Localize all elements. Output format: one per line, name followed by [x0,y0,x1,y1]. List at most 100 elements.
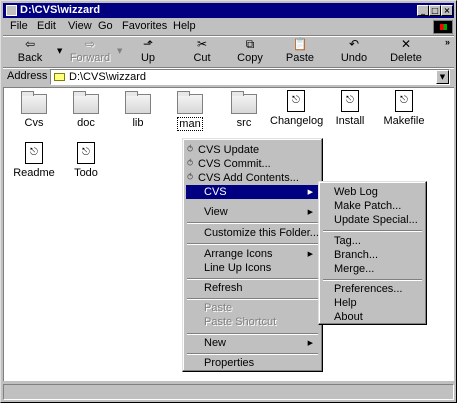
delete-button[interactable]: ✕ Delete [381,37,431,67]
folder-item[interactable]: Cvs [7,91,61,129]
cvs-icon: ⥀ [187,173,194,183]
submenu-arrow-icon: ▶ [307,188,313,196]
folder-item[interactable]: lib [111,91,165,129]
menu-edit[interactable]: Edit [37,20,56,32]
submenu-arrow-icon: ▶ [307,208,313,216]
menu-item-view[interactable]: View ▶ [186,205,319,219]
menu-item-make-patch[interactable]: Make Patch... [322,199,423,213]
undo-button[interactable]: ↶ Undo [329,37,379,67]
submenu-arrow-icon: ▶ [307,339,313,347]
document-icon: ⎋ [77,142,95,164]
status-bar [3,383,454,401]
folder-icon [6,5,17,16]
folder-item[interactable]: src [217,91,271,129]
menu-separator [187,353,318,355]
folder-icon [231,91,257,114]
document-icon: ⎋ [25,142,43,164]
document-icon: ⎋ [395,90,413,112]
folder-icon [125,91,151,114]
file-item[interactable]: ⎋ Changelog [269,90,323,127]
maximize-button[interactable]: □ [429,5,441,16]
clipboard-icon: 📋 [292,37,308,51]
forward-dropdown-icon[interactable]: ▼ [117,47,122,55]
folder-icon [54,73,65,81]
file-item[interactable]: ⎋ Todo [59,142,113,179]
title-bar[interactable]: D:\CVS\wizzard _ □ × [3,3,454,18]
menu-item-refresh[interactable]: Refresh [186,281,319,295]
up-button[interactable]: ⬏ Up [123,37,173,67]
back-arrow-icon: ⇦ [24,37,36,51]
folder-icon [73,91,99,114]
menu-help[interactable]: Help [173,20,196,32]
menu-item-help[interactable]: Help [322,296,423,310]
menu-item-cvs-update[interactable]: ⥀ CVS Update [186,143,319,157]
context-menu: ⥀ CVS Update ⥀ CVS Commit... ⥀ CVS Add C… [182,138,323,372]
cvs-icon: ⥀ [187,159,194,169]
forward-button[interactable]: ⇨ Forward [65,37,115,67]
scissors-icon: ✂ [196,37,208,51]
menu-separator [187,243,318,245]
file-item[interactable]: ⎋ Readme [7,142,61,179]
copy-icon: ⧉ [245,37,255,51]
toolbar-more-icon[interactable]: » [445,37,450,47]
menu-item-customize[interactable]: Customize this Folder... [186,226,319,240]
menu-item-properties[interactable]: Properties [186,356,319,370]
menu-separator [323,230,422,232]
menu-file[interactable]: File [10,20,28,32]
toolbar: ⇦ Back ▼ ⇨ Forward ▼ ⬏ Up ✂ Cut ⧉ Copy 📋… [3,37,454,67]
menu-item-cvs-commit[interactable]: ⥀ CVS Commit... [186,157,319,171]
menu-bar: File Edit View Go Favorites Help [3,19,454,35]
menu-item-cvs-add[interactable]: ⥀ CVS Add Contents... [186,171,319,185]
file-item[interactable]: ⎋ Install [323,90,377,127]
address-input[interactable]: D:\CVS\wizzard ▼ [50,69,450,85]
document-icon: ⎋ [341,90,359,112]
menu-item-tag[interactable]: Tag... [322,234,423,248]
menu-separator [187,333,318,335]
paste-button[interactable]: 📋 Paste [275,37,325,67]
menu-separator [187,278,318,280]
menu-separator [187,298,318,300]
address-bar: Address D:\CVS\wizzard ▼ [3,69,454,85]
folder-icon [21,91,47,114]
back-button[interactable]: ⇦ Back [5,37,55,67]
folder-item[interactable]: man [163,91,217,131]
menu-item-web-log[interactable]: Web Log [322,185,423,199]
folder-icon [177,91,203,114]
document-icon: ⎋ [287,90,305,112]
menu-favorites[interactable]: Favorites [122,20,167,32]
copy-button[interactable]: ⧉ Copy [225,37,275,67]
menu-view[interactable]: View [68,20,92,32]
forward-arrow-icon: ⇨ [84,37,96,51]
status-pane [3,384,454,400]
menu-item-update-special[interactable]: Update Special... [322,213,423,227]
windows-logo-icon [433,20,453,34]
menu-item-line-up-icons[interactable]: Line Up Icons [186,261,319,275]
submenu-arrow-icon: ▶ [307,250,313,258]
cvs-submenu: Web Log Make Patch... Update Special... … [318,181,427,325]
menu-item-about[interactable]: About [322,310,423,324]
window-title: D:\CVS\wizzard [20,4,101,16]
file-item[interactable]: ⎋ Makefile [377,90,431,127]
address-value: D:\CVS\wizzard [69,71,147,83]
menu-item-arrange-icons[interactable]: Arrange Icons ▶ [186,247,319,261]
menu-go[interactable]: Go [98,20,113,32]
menu-item-preferences[interactable]: Preferences... [322,282,423,296]
menu-item-merge[interactable]: Merge... [322,262,423,276]
menu-item-paste-shortcut[interactable]: Paste Shortcut [186,315,319,329]
cut-button[interactable]: ✂ Cut [177,37,227,67]
address-dropdown-icon[interactable]: ▼ [436,70,449,84]
menu-separator [187,222,318,224]
back-dropdown-icon[interactable]: ▼ [57,47,62,55]
delete-x-icon: ✕ [400,37,412,51]
minimize-button[interactable]: _ [417,5,429,16]
menu-item-new[interactable]: New ▶ [186,336,319,350]
menu-item-cvs[interactable]: CVS ▶ [186,185,319,199]
address-label: Address [7,70,48,82]
menu-item-paste[interactable]: Paste [186,301,319,315]
folder-item[interactable]: doc [59,91,113,129]
menu-item-branch[interactable]: Branch... [322,248,423,262]
up-folder-icon: ⬏ [142,37,154,51]
close-button[interactable]: × [441,5,453,16]
cvs-icon: ⥀ [187,145,194,155]
menu-separator [323,279,422,281]
